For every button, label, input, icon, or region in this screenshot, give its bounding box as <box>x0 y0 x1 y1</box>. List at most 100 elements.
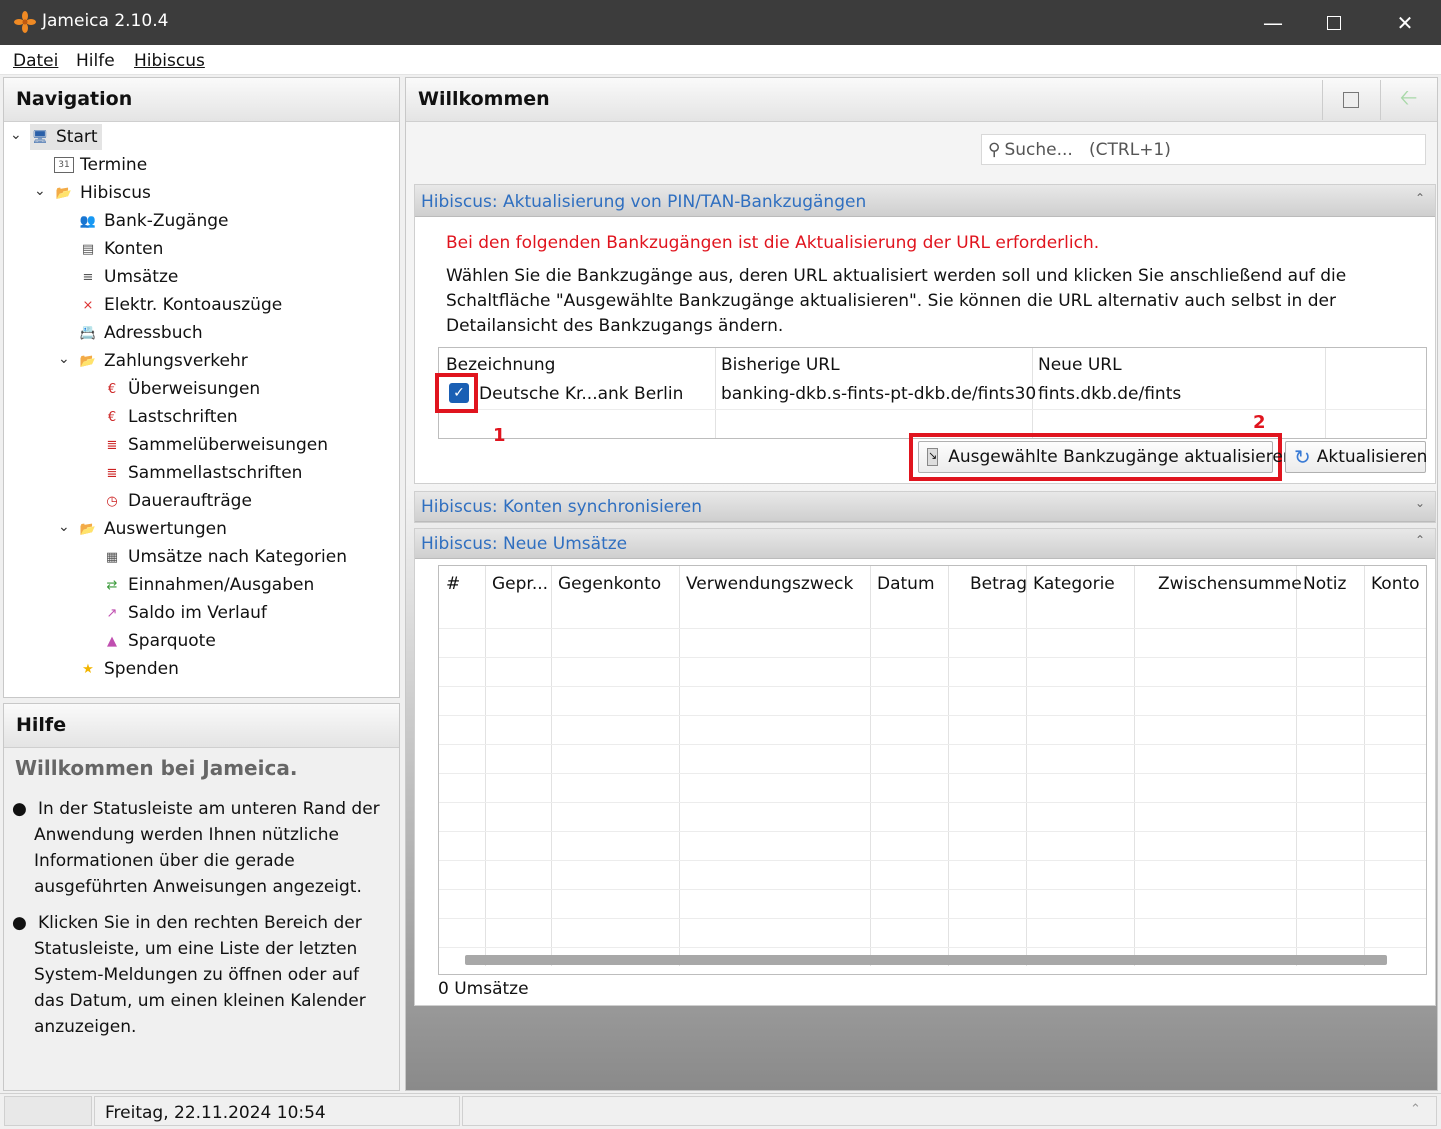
sync-section: Hibiscus: Konten synchronisieren ⌄ <box>414 491 1436 523</box>
main-area: Willkommen 🡠 ⚲ Suche... (CTRL+1) Hibiscu… <box>405 77 1438 1091</box>
new-transactions-header[interactable]: Hibiscus: Neue Umsätze ⌃ <box>415 529 1435 559</box>
update-selected-button[interactable]: ↘ Ausgewählte Bankzugänge aktualisieren <box>918 441 1294 473</box>
search-icon: ⚲ <box>988 139 1001 160</box>
transactions-table: # Gepr... Gegenkonto Verwendungszweck Datum B… <box>438 565 1427 975</box>
help-bullet-1: ● In der Statusleiste am unteren Rand de… <box>8 796 393 900</box>
row-new-url: fints.dkb.de/fints <box>1038 384 1182 404</box>
nav-item-daueraufträge[interactable]: ◷ Daueraufträge <box>102 488 252 514</box>
status-datetime[interactable]: Freitag, 22.11.2024 10:54 <box>94 1096 460 1126</box>
title-bar[interactable]: Jameica 2.10.4 — ✕ <box>0 0 1441 45</box>
details-icon <box>1342 92 1359 108</box>
update-section: Hibiscus: Aktualisierung von PIN/TAN-Ban… <box>414 184 1436 484</box>
clock-icon: ◷ <box>106 493 118 509</box>
nav-item-konten[interactable]: ▤ Konten <box>78 236 164 262</box>
column-header-[interactable]: # <box>446 574 460 594</box>
refresh-button[interactable]: ↻ Aktualisieren <box>1285 441 1427 473</box>
transactions-count: 0 Umsätze <box>438 979 529 999</box>
collapse-icon[interactable]: ⌃ <box>1415 533 1425 547</box>
back-button[interactable]: 🡠 <box>1380 80 1436 120</box>
help-title: Hilfe <box>4 704 399 748</box>
app-logo-icon <box>14 11 36 33</box>
nav-item-hibiscus[interactable]: 📂 Hibiscus <box>54 180 151 206</box>
back-arrow-icon: 🡠 <box>1399 86 1418 111</box>
transfer-icon: € <box>107 381 117 397</box>
column-header-kategorie[interactable]: Kategorie <box>1033 574 1115 594</box>
row-bezeichnung: Deutsche Kr...ank Berlin <box>479 384 684 404</box>
tree-toggle-icon[interactable]: ⌄ <box>10 127 22 143</box>
resize-grip-icon[interactable]: ⌃ <box>1410 1102 1421 1117</box>
bullet-dot-icon: ● <box>12 913 27 933</box>
navigation-panel: Navigation ⌄ 🖥 Start 31 Termine ⌄ 📂 Hibiscus 👥 Ba… <box>3 77 400 698</box>
column-header-neue-url[interactable]: Neue URL <box>1038 355 1122 375</box>
refresh-icon: ↻ <box>1294 445 1311 469</box>
nav-item-umsätze[interactable]: ≡ Umsätze <box>78 264 179 290</box>
folder-icon: 📂 <box>55 185 73 201</box>
tree-toggle-icon[interactable]: ⌄ <box>34 183 46 199</box>
account-icon: ▤ <box>81 241 95 257</box>
savings-chart-icon: ▲ <box>107 633 117 649</box>
search-input[interactable]: ⚲ Suche... (CTRL+1) <box>981 134 1426 165</box>
nav-item-überweisungen[interactable]: € Überweisungen <box>102 376 260 402</box>
collapse-icon[interactable]: ⌃ <box>1415 191 1425 205</box>
column-header-zwischensumme[interactable]: Zwischensumme <box>1158 574 1302 594</box>
warning-text: Bei den folgenden Bankzugängen ist die A… <box>446 233 1100 253</box>
nav-item-elektr-kontoauszüge[interactable]: ⨯ Elektr. Kontoauszüge <box>78 292 283 318</box>
bullet-dot-icon: ● <box>12 799 27 819</box>
column-header-betrag[interactable]: Betrag <box>970 574 1027 594</box>
nav-item-einnahmen-ausgaben[interactable]: ⇄ Einnahmen/Ausgaben <box>102 572 315 598</box>
nav-item-auswertungen[interactable]: 📂 Auswertungen <box>78 516 227 542</box>
marker-2: 2 <box>1253 412 1266 433</box>
star-icon: ★ <box>82 661 94 677</box>
nav-item-saldo-im-verlauf[interactable]: ↗ Saldo im Verlauf <box>102 600 267 626</box>
category-icon: ▦ <box>105 549 119 565</box>
help-bullet-2: ● Klicken Sie in den rechten Bereich der… <box>8 910 393 1040</box>
nav-item-spenden[interactable]: ★ Spenden <box>78 656 179 682</box>
column-header-notiz[interactable]: Notiz <box>1303 574 1346 594</box>
search-placeholder: Suche... (CTRL+1) <box>1004 139 1171 160</box>
nav-item-start[interactable]: 🖥 Start <box>30 124 102 150</box>
nav-item-bank-zugänge[interactable]: 👥 Bank-Zugänge <box>78 208 229 234</box>
nav-item-sammelüberweisungen[interactable]: ≣ Sammelüberweisungen <box>102 432 329 458</box>
column-header-gegenkonto[interactable]: Gegenkonto <box>558 574 661 594</box>
sync-section-header[interactable]: Hibiscus: Konten synchronisieren ⌄ <box>415 492 1435 522</box>
close-button[interactable]: ✕ <box>1375 6 1435 40</box>
nav-item-sparquote[interactable]: ▲ Sparquote <box>102 628 216 654</box>
tree-toggle-icon[interactable]: ⌄ <box>58 351 70 367</box>
status-messages[interactable] <box>462 1096 1437 1126</box>
horizontal-scrollbar[interactable] <box>465 955 1387 965</box>
arrow-icon: ↘ <box>927 448 939 466</box>
minimize-button[interactable]: — <box>1243 6 1303 40</box>
help-heading: Willkommen bei Jameica. <box>15 756 298 780</box>
main-header: Willkommen <box>406 78 1437 122</box>
bank-access-table: Bezeichnung Bisherige URL Neue URL ✓ Deu… <box>438 347 1427 439</box>
addressbook-icon: 📇 <box>79 325 97 341</box>
column-header-bisherige-url[interactable]: Bisherige URL <box>721 355 840 375</box>
column-header-gepr[interactable]: Gepr... <box>492 574 548 594</box>
nav-item-lastschriften[interactable]: € Lastschriften <box>102 404 238 430</box>
income-expense-icon: ⇄ <box>106 577 118 593</box>
expand-icon[interactable]: ⌄ <box>1415 496 1425 510</box>
nav-item-termine[interactable]: 31 Termine <box>54 152 147 178</box>
column-header-datum[interactable]: Datum <box>877 574 935 594</box>
menu-hilfe[interactable]: Hilfe <box>76 51 115 71</box>
details-toggle-button[interactable] <box>1322 80 1378 120</box>
nav-item-umsätze-nach-kategorien[interactable]: ▦ Umsätze nach Kategorien <box>102 544 347 570</box>
transactions-icon: ≡ <box>82 269 94 285</box>
nav-item-zahlungsverkehr[interactable]: 📂 Zahlungsverkehr <box>78 348 248 374</box>
nav-item-sammellastschriften[interactable]: ≣ Sammellastschriften <box>102 460 303 486</box>
menu-hibiscus[interactable]: Hibiscus <box>134 51 205 71</box>
debit-icon: € <box>107 409 117 425</box>
nav-item-adressbuch[interactable]: 📇 Adressbuch <box>78 320 203 346</box>
tree-toggle-icon[interactable]: ⌄ <box>58 519 70 535</box>
pdf-icon: ⨯ <box>82 297 94 313</box>
status-left-field[interactable] <box>4 1096 92 1126</box>
update-section-header[interactable]: Hibiscus: Aktualisierung von PIN/TAN-Ban… <box>415 185 1435 217</box>
row-old-url: banking-dkb.s-fints-pt-dkb.de/fints30 <box>721 384 1037 404</box>
description-text: Wählen Sie die Bankzugänge aus, deren UR… <box>446 266 1347 336</box>
column-header-konto[interactable]: Konto <box>1371 574 1420 594</box>
table-row[interactable]: ✓ Deutsche Kr...ank Berlin banking-dkb.s… <box>439 380 1426 408</box>
column-header-bezeichnung[interactable]: Bezeichnung <box>446 355 555 375</box>
column-header-verwendungszweck[interactable]: Verwendungszweck <box>686 574 853 594</box>
menu-datei[interactable]: Datei <box>13 51 58 71</box>
maximize-button[interactable] <box>1304 6 1364 40</box>
